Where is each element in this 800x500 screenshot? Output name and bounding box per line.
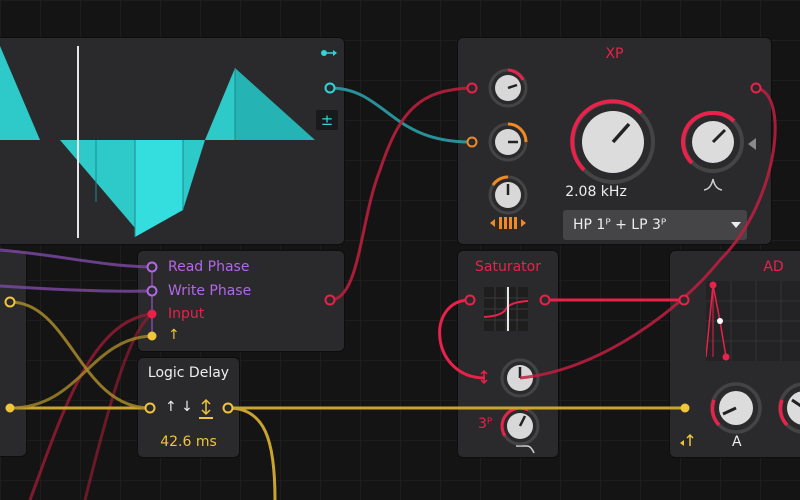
bipolar-toggle[interactable]: ± [316,110,338,130]
delay-output-port[interactable] [324,294,336,306]
read-phase-label: Read Phase [168,259,250,275]
saturator-input-port[interactable] [464,294,476,306]
waveform-fill [135,140,183,237]
saturator-title: Saturator [475,259,541,275]
left-module-panel: h [0,251,26,456]
xp-mod-knob[interactable] [486,120,530,164]
read-phase-port[interactable] [146,261,158,273]
filter-mode-value: HP 1ᴾ + LP 3ᴾ [573,217,667,233]
cable-red[interactable] [329,86,471,302]
waveform-panel: ± [0,38,344,244]
write-phase-port[interactable] [146,285,158,297]
ad-title: AD [763,259,784,275]
waveform-fill [205,68,235,140]
scope-output-port[interactable] [324,82,336,94]
waveform-fill [235,68,315,140]
write-phase-label: Write Phase [168,283,252,299]
logic-delay-output-port[interactable] [222,402,234,414]
key-tracking-icon[interactable] [490,215,526,231]
cutoff-frequency-knob[interactable] [567,96,659,188]
xp-keytrack-knob[interactable] [486,173,530,217]
left-output-port-2[interactable] [5,403,15,413]
resonance-knob[interactable] [679,108,747,176]
chevron-down-icon [731,222,741,228]
attack-knob-label: A [732,434,742,450]
transfer-curve-display [484,287,528,331]
waveform-display [0,46,315,238]
left-output-port-1[interactable] [4,296,16,308]
direction-arrows[interactable]: ↑ ↓ [165,399,193,415]
xp-title: XP [605,46,624,62]
output-icon[interactable] [320,48,340,58]
waveform-fill [183,140,205,210]
xp-drive-knob[interactable] [486,66,530,110]
cable-yellow[interactable] [9,300,151,410]
resonance-peak-icon [703,178,723,191]
ad-gate-port[interactable] [680,403,690,413]
envelope-display [706,281,800,361]
bipolar-label: ± [320,111,334,129]
waveform-fill [0,46,40,140]
input-label: Input [168,306,205,322]
trigger-port[interactable] [147,331,157,341]
xp-output-port[interactable] [750,82,762,94]
attack-knob[interactable] [708,380,764,436]
saturator-bias-knob[interactable] [498,356,542,400]
decay-knob[interactable] [776,380,800,436]
bidirectional-icon[interactable] [199,398,213,420]
xp-input-port[interactable] [466,82,478,94]
trigger-arrow-label: ↑ [168,327,180,343]
saturator-order-label: 3ᴾ [478,416,493,432]
delay-panel: Read Phase Write Phase Input ↑ [138,251,344,351]
xp-mod-input-port[interactable] [466,136,478,148]
logic-delay-title: Logic Delay [147,365,230,381]
modulation-arrow-icon[interactable] [747,138,757,150]
cable-cyan[interactable] [329,86,471,144]
saturator-order-knob[interactable] [498,404,542,448]
filter-mode-dropdown[interactable]: HP 1ᴾ + LP 3ᴾ [563,210,747,240]
saturator-output-port[interactable] [539,294,551,306]
cable-red[interactable] [28,312,153,500]
input-port[interactable] [147,309,157,319]
bias-arrow-icon[interactable] [479,369,489,385]
gate-arrow-icon[interactable] [680,433,696,447]
delay-time-value[interactable]: 42.6 ms [138,434,239,450]
ad-input-port[interactable] [678,294,690,306]
waveform-fill [60,140,135,228]
cable-yellow[interactable] [9,334,153,410]
logic-delay-input-port[interactable] [144,402,156,414]
